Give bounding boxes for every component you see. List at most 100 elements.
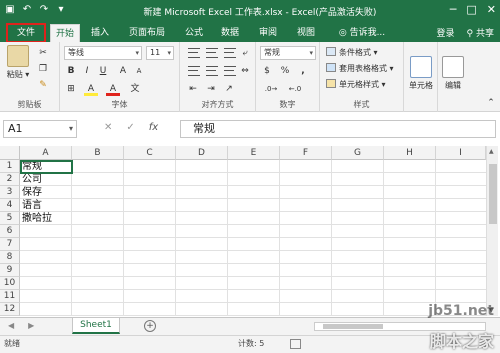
redo-icon[interactable]: ↷ — [38, 4, 50, 16]
row-header[interactable]: 4 — [0, 199, 20, 212]
cut-icon[interactable]: ✂ — [36, 46, 50, 60]
align-center-icon[interactable] — [206, 66, 218, 76]
column-header-d[interactable]: D — [176, 146, 228, 160]
cancel-entry-icon[interactable]: ✕ — [104, 122, 112, 133]
cell-area[interactable] — [20, 160, 486, 316]
row-header[interactable]: 5 — [0, 212, 20, 225]
tab-data[interactable]: 数据 — [216, 24, 244, 42]
vertical-scrollbar[interactable]: ▲ ▼ — [486, 146, 498, 316]
column-header-a[interactable]: A — [20, 146, 72, 160]
cells-button[interactable]: 单元格 — [406, 56, 436, 91]
bold-button[interactable]: B — [64, 64, 78, 78]
column-header-c[interactable]: C — [124, 146, 176, 160]
align-right-icon[interactable] — [224, 66, 236, 76]
increase-indent-icon[interactable]: ⇥ — [204, 82, 218, 96]
cell-a5[interactable]: 撒哈拉 — [22, 212, 52, 225]
format-as-table-button[interactable]: 套用表格格式 ▾ — [326, 62, 394, 76]
row-header[interactable]: 7 — [0, 238, 20, 251]
vertical-scroll-thumb[interactable] — [489, 164, 497, 224]
format-painter-icon[interactable]: ✎ — [36, 78, 50, 92]
maximize-button[interactable]: □ — [466, 2, 476, 18]
quick-access-toolbar: ▣ ↶ ↷ ▾ — [4, 4, 67, 16]
row-header[interactable]: 1 — [0, 160, 20, 173]
prev-sheet-icon[interactable]: ◀ — [8, 321, 14, 330]
comma-style-icon[interactable]: , — [296, 64, 310, 78]
watermark-site: jb51.net — [428, 303, 494, 319]
tab-insert[interactable]: 插入 — [86, 24, 114, 42]
column-header-b[interactable]: B — [72, 146, 124, 160]
editing-button[interactable]: 编辑 — [438, 56, 468, 91]
normal-view-icon[interactable] — [290, 339, 301, 349]
customize-qat-icon[interactable]: ▾ — [55, 4, 67, 16]
tab-review[interactable]: 审阅 — [254, 24, 282, 42]
share-button[interactable]: ⚲ 共享 — [467, 26, 494, 39]
wrap-text-icon[interactable]: ⤶ — [238, 46, 252, 60]
increase-decimal-icon[interactable]: .0→ — [264, 82, 278, 96]
tab-formulas[interactable]: 公式 — [180, 24, 208, 42]
font-name-select[interactable]: 等线 ▾ — [64, 46, 142, 60]
next-sheet-icon[interactable]: ▶ — [28, 321, 34, 330]
font-size-select[interactable]: 11 ▾ — [146, 46, 174, 60]
decrease-font-icon[interactable]: A — [132, 64, 146, 78]
row-header[interactable]: 12 — [0, 303, 20, 316]
font-color-icon[interactable]: A — [106, 82, 120, 96]
italic-button[interactable]: I — [80, 64, 94, 78]
collapse-ribbon-icon[interactable]: ⌃ — [484, 96, 498, 110]
row-header[interactable]: 3 — [0, 186, 20, 199]
currency-icon[interactable]: $ — [260, 64, 274, 78]
underline-button[interactable]: U — [96, 64, 110, 78]
decrease-decimal-icon[interactable]: ←.0 — [288, 82, 302, 96]
row-header[interactable]: 11 — [0, 290, 20, 303]
increase-font-icon[interactable]: A — [116, 64, 130, 78]
column-header-g[interactable]: G — [332, 146, 384, 160]
sheet-tab-sheet1[interactable]: Sheet1 — [72, 318, 120, 334]
close-button[interactable]: ✕ — [487, 2, 496, 18]
formula-input[interactable]: 常规 — [180, 120, 496, 138]
cell-a2[interactable]: 公司 — [22, 173, 42, 186]
border-icon[interactable]: ⊞ — [64, 82, 78, 96]
tell-me-box[interactable]: ◎ 告诉我... — [330, 24, 394, 42]
save-icon[interactable]: ▣ — [4, 4, 16, 16]
phonetic-icon[interactable]: 文 — [128, 82, 142, 96]
orientation-icon[interactable]: ↗ — [222, 82, 236, 96]
align-middle-icon[interactable] — [206, 48, 218, 58]
row-header[interactable]: 8 — [0, 251, 20, 264]
number-format-select[interactable]: 常规 ▾ — [260, 46, 316, 60]
tab-file[interactable]: 文件 — [6, 23, 46, 43]
cell-a4[interactable]: 语言 — [22, 199, 42, 212]
add-sheet-button[interactable]: + — [144, 320, 156, 332]
undo-icon[interactable]: ↶ — [21, 4, 33, 16]
tab-home[interactable]: 开始 — [50, 24, 80, 42]
align-left-icon[interactable] — [188, 66, 200, 76]
paste-button[interactable]: 粘贴 ▾ — [3, 45, 33, 80]
status-bar: 就绪 计数: 5 — [0, 335, 500, 353]
cell-a3[interactable]: 保存 — [22, 186, 42, 199]
row-header[interactable]: 9 — [0, 264, 20, 277]
name-box[interactable]: A1 ▾ — [3, 120, 77, 138]
decrease-indent-icon[interactable]: ⇤ — [186, 82, 200, 96]
column-header-f[interactable]: F — [280, 146, 332, 160]
column-header-h[interactable]: H — [384, 146, 436, 160]
align-bottom-icon[interactable] — [224, 48, 236, 58]
row-header[interactable]: 6 — [0, 225, 20, 238]
row-header[interactable]: 2 — [0, 173, 20, 186]
column-header-i[interactable]: I — [436, 146, 486, 160]
align-top-icon[interactable] — [188, 48, 200, 58]
percent-icon[interactable]: % — [278, 64, 292, 78]
cell-styles-button[interactable]: 单元格样式 ▾ — [326, 78, 386, 92]
column-header-e[interactable]: E — [228, 146, 280, 160]
conditional-formatting-button[interactable]: 条件格式 ▾ — [326, 46, 378, 60]
row-header[interactable]: 10 — [0, 277, 20, 290]
horizontal-scroll-thumb[interactable] — [323, 324, 383, 329]
tab-view[interactable]: 视图 — [292, 24, 320, 42]
merge-center-icon[interactable]: ⇔ — [238, 64, 252, 78]
tab-page-layout[interactable]: 页面布局 — [124, 24, 170, 42]
minimize-button[interactable]: ─ — [450, 2, 457, 18]
fill-color-icon[interactable]: A — [84, 82, 98, 96]
enter-entry-icon[interactable]: ✓ — [126, 122, 134, 133]
login-link[interactable]: 登录 — [437, 26, 455, 39]
scroll-up-icon[interactable]: ▲ — [489, 148, 494, 155]
copy-icon[interactable]: ❐ — [36, 62, 50, 76]
select-all-corner[interactable] — [0, 146, 20, 160]
insert-function-icon[interactable]: fx — [149, 122, 158, 133]
